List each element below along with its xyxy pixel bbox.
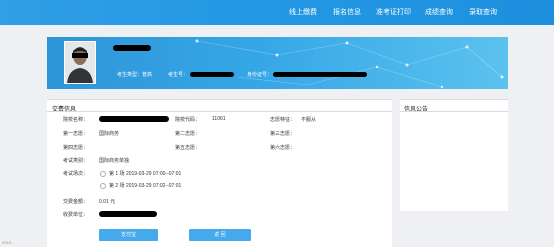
choice6-label: 第六志愿： [270, 145, 296, 151]
school-code-label: 院校代码： [175, 117, 201, 123]
payee-redacted [99, 211, 157, 217]
payee-label: 收费单位： [63, 212, 89, 218]
nav-admission-ticket[interactable]: 准考证打印 [376, 0, 411, 25]
nav-admission-query[interactable]: 录取查询 [469, 0, 497, 25]
choice4-label: 第四志愿： [63, 145, 89, 151]
category-label: 考试类别： [63, 158, 89, 164]
id-number-label: 身份证号： [247, 72, 273, 78]
school-code-value: 11061 [212, 116, 226, 122]
school-name-label: 院校名称： [63, 117, 89, 123]
exam-number-redacted [190, 72, 234, 77]
obey-value: 不服从 [301, 117, 317, 123]
choice2-label: 第二志愿： [175, 131, 201, 137]
top-nav: 线上缴费 报名信息 准考证打印 成绩查询 录取查询 [0, 0, 554, 25]
notice-panel: 信息公告 [400, 99, 508, 211]
nav-registration-info[interactable]: 报名信息 [333, 0, 361, 25]
choice1-value: 国际商务 [99, 131, 120, 137]
session-1-text: 第 1 场 2019-03-29 07:00--07:01 [109, 171, 182, 177]
exam-number-label: 考生号： [168, 72, 189, 78]
candidate-banner: 考生类型：普高 考生号： 身份证号： [47, 37, 508, 89]
session-label: 考试场次： [63, 171, 89, 177]
candidate-type-label: 考生类型：普高 [117, 72, 153, 78]
session-2-text: 第 2 场 2019-03-29 07:02--07:01 [109, 183, 182, 189]
id-number-redacted [273, 72, 367, 77]
session-2-radio[interactable] [100, 183, 106, 189]
choice3-label: 第三志愿： [270, 131, 296, 137]
school-name-redacted [99, 116, 169, 122]
candidate-name-redacted [113, 45, 151, 51]
session-1-radio[interactable] [100, 171, 106, 177]
obey-label: 志愿特征： [270, 117, 296, 123]
amount-label: 交费金额： [63, 199, 89, 205]
nav-online-payment[interactable]: 线上缴费 [289, 0, 317, 25]
category-value: 国际商务单独 [99, 158, 130, 164]
back-button[interactable]: 返 回 [189, 229, 251, 241]
corner-text: 2018 ... [2, 240, 16, 245]
choice1-label: 第一志愿： [63, 131, 89, 137]
candidate-photo [64, 41, 96, 84]
choice5-label: 第五志愿： [175, 145, 201, 151]
panel-divider [47, 111, 392, 112]
nav-score-query[interactable]: 成绩查询 [425, 0, 453, 25]
notice-divider [400, 111, 508, 112]
payment-info-panel: 交费信息 院校名称： 院校代码： 11061 志愿特征： 不服从 第一志愿： 国… [47, 99, 392, 247]
amount-value: 0.01 元 [99, 199, 116, 205]
alipay-button[interactable]: 支付宝 [99, 229, 158, 241]
